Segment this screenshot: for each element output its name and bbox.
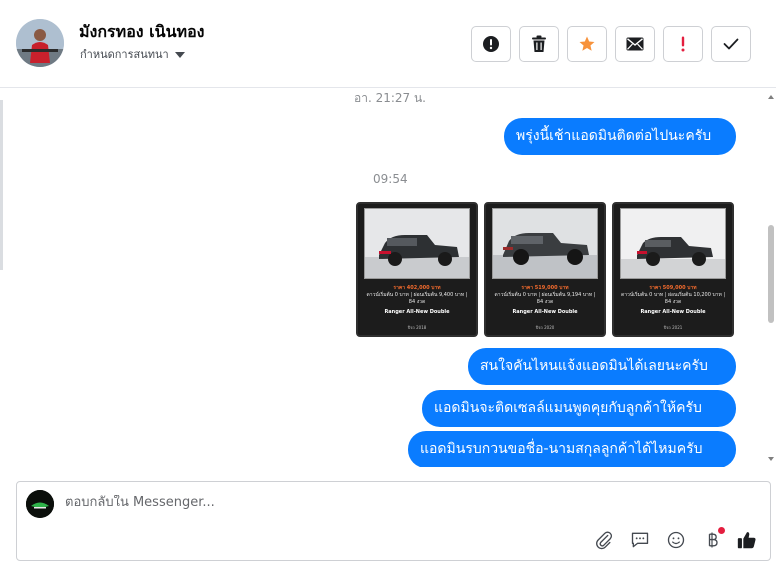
caret-down-icon <box>174 52 185 58</box>
exclamation-icon <box>681 36 685 52</box>
contact-avatar[interactable] <box>16 19 64 67</box>
contact-name: มังกรทอง เนินทอง <box>79 22 205 41</box>
delete-button[interactable] <box>519 26 559 62</box>
report-button[interactable] <box>471 26 511 62</box>
schedule-dropdown[interactable]: กำหนดการสนทนา <box>80 45 185 63</box>
saved-replies-icon[interactable] <box>629 529 651 551</box>
trash-icon <box>532 35 546 52</box>
car-photo <box>492 208 598 279</box>
car-model: Ranger All-New Double <box>512 309 578 315</box>
car-photo <box>620 208 726 279</box>
car-footer: ปีรถ 2021 <box>663 325 683 330</box>
car-price: ราคา 402,000 บาท <box>393 285 441 291</box>
star-button[interactable] <box>567 26 607 62</box>
message-bubble[interactable]: สนใจคันไหนแจ้งแอดมินได้เลยนะครับ <box>468 348 736 385</box>
message-bubble[interactable]: แอดมินจะติดเซลล์แมนพูดคุยกับลูกค้าให้ครั… <box>422 390 736 427</box>
priority-button[interactable] <box>663 26 703 62</box>
conversation-header: มังกรทอง เนินทอง กำหนดการสนทนา <box>0 0 776 88</box>
car-price: ราคา 519,000 บาท <box>521 285 569 291</box>
star-icon <box>579 36 595 51</box>
emoji-icon[interactable] <box>665 529 687 551</box>
car-model: Ranger All-New Double <box>640 309 706 315</box>
car-listing-card[interactable]: ราคา 519,000 บาท ดาวน์เริ่มต้น 0 บาท | ผ… <box>484 202 606 337</box>
avatar-image <box>16 19 64 67</box>
car-terms: ดาวน์เริ่มต้น 0 บาท | ผ่อนเริ่มต้น 9,400… <box>366 292 468 305</box>
envelope-icon <box>626 37 644 51</box>
scroll-down-icon[interactable] <box>768 457 774 461</box>
car-terms: ดาวน์เริ่มต้น 0 บาท | ผ่อนเริ่มต้น 9,194… <box>494 292 596 305</box>
chat-scrollbar[interactable] <box>766 89 776 467</box>
car-price: ราคา 509,000 บาท <box>649 285 697 291</box>
exclamation-circle-icon <box>483 36 499 52</box>
page-avatar <box>26 490 54 518</box>
car-footer: ปีรถ 2020 <box>535 325 555 330</box>
message-list: อา. 21:27 น. พรุ่งนี้เช้าแอดมินติดต่อไปน… <box>0 89 766 467</box>
check-icon <box>723 38 739 50</box>
payment-icon[interactable] <box>701 527 725 551</box>
car-terms: ดาวน์เริ่มต้น 0 บาท | ผ่อนเริ่มต้น 10,20… <box>620 292 726 305</box>
notification-dot <box>718 527 725 534</box>
car-listing-card[interactable]: ราคา 509,000 บาท ดาวน์เริ่มต้น 0 บาท | ผ… <box>612 202 734 337</box>
car-footer: ปีรถ 2018 <box>407 325 427 330</box>
attach-icon[interactable] <box>593 529 615 551</box>
scroll-up-icon[interactable] <box>768 95 774 99</box>
timestamp: 09:54 <box>373 172 408 186</box>
message-bubble[interactable]: พรุ่งนี้เช้าแอดมินติดต่อไปนะครับ <box>504 118 736 155</box>
reply-input[interactable] <box>65 495 585 510</box>
schedule-label: กำหนดการสนทนา <box>80 48 169 61</box>
car-model: Ranger All-New Double <box>384 309 450 315</box>
like-icon[interactable] <box>736 529 758 551</box>
message-bubble[interactable]: แอดมินรบกวนขอชื่อ-นามสกุลลูกค้าได้ไหมครั… <box>408 431 736 467</box>
timestamp: อา. 21:27 น. <box>354 91 426 105</box>
car-photo <box>364 208 470 279</box>
car-listing-card[interactable]: ราคา 402,000 บาท ดาวน์เริ่มต้น 0 บาท | ผ… <box>356 202 478 337</box>
scroll-thumb[interactable] <box>768 225 774 323</box>
mark-unread-button[interactable] <box>615 26 655 62</box>
done-button[interactable] <box>711 26 751 62</box>
reply-composer <box>16 481 771 561</box>
